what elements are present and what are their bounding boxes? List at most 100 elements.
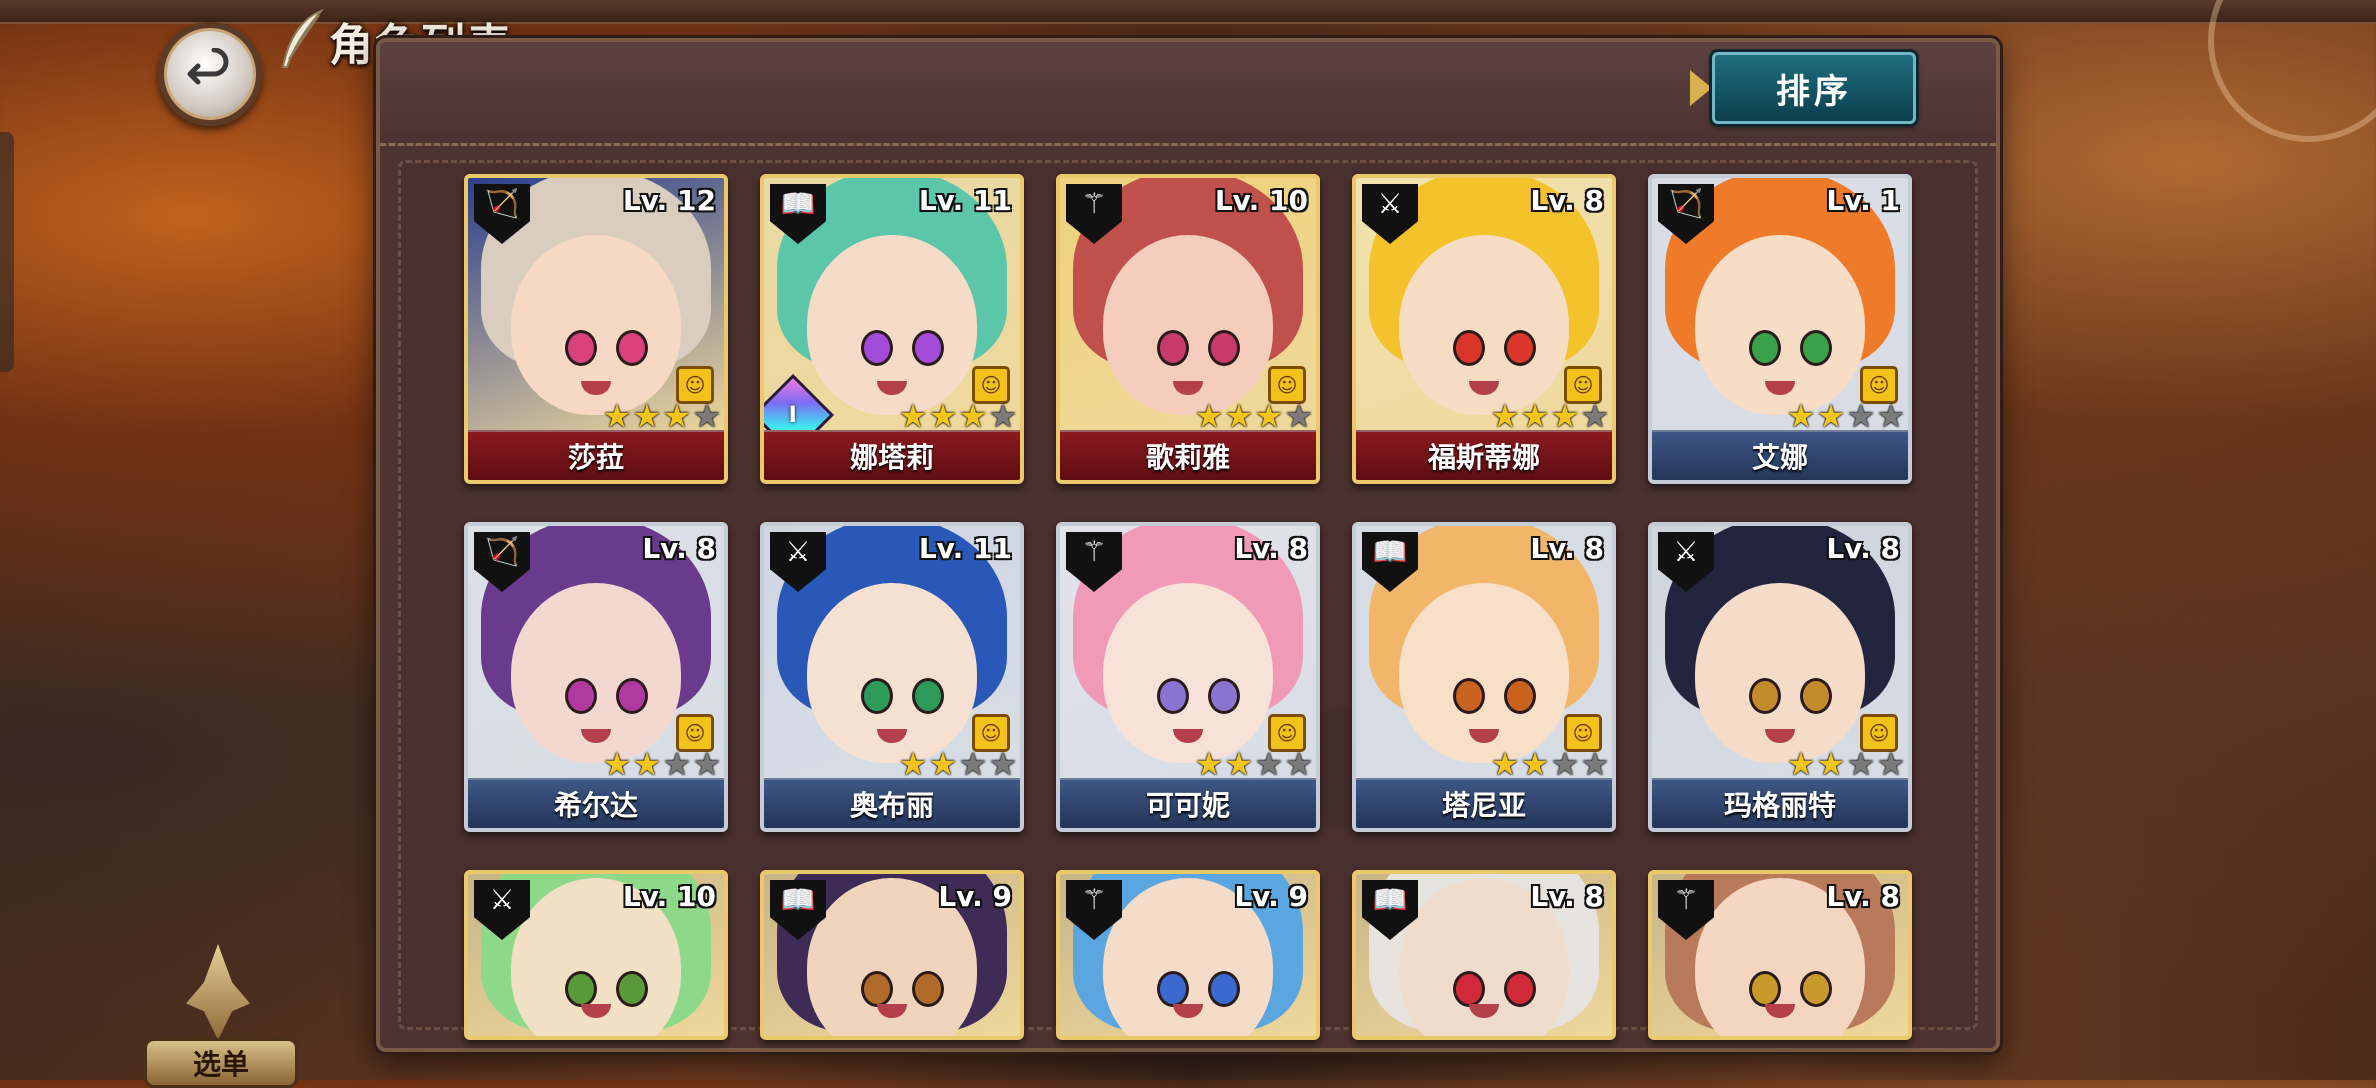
level-label: Lv. 1 (1826, 184, 1900, 217)
sort-pointer-icon (1690, 70, 1712, 106)
star-icon: ★ (1846, 745, 1876, 783)
star-icon: ★ (602, 745, 632, 783)
star-rating: ★ ★ ★ ★ (602, 748, 722, 780)
bonus-crystal-label: I (788, 402, 798, 428)
character-card[interactable]: 📖 Lv. 9 (760, 870, 1024, 1040)
character-card[interactable]: 📖 Lv. 8 (1352, 870, 1616, 1040)
star-rating: ★ ★ ★ ★ (1490, 748, 1610, 780)
character-name: 塔尼亚 (1356, 778, 1612, 828)
star-icon: ★ (1876, 397, 1906, 435)
star-icon: ★ (662, 397, 692, 435)
character-name: 希尔达 (468, 778, 724, 828)
character-card[interactable]: ⚔ Lv. 11 ☺ ★ ★ ★ ★ 奥布丽 (760, 522, 1024, 832)
back-arrow-icon (187, 48, 229, 85)
level-label: Lv. 10 (622, 880, 716, 913)
character-card[interactable]: ⚔ Lv. 8 ☺ ★ ★ ★ ★ 福斯蒂娜 (1352, 174, 1616, 484)
star-icon: ★ (1224, 745, 1254, 783)
menu-spire-icon (186, 944, 250, 1040)
star-icon: ★ (928, 397, 958, 435)
star-icon: ★ (1490, 397, 1520, 435)
level-label: Lv. 8 (1234, 532, 1308, 565)
star-icon: ★ (1816, 397, 1846, 435)
star-rating: ★ ★ ★ ★ (1194, 400, 1314, 432)
decorative-ring (2208, 0, 2376, 142)
star-rating: ★ ★ ★ ★ (602, 400, 722, 432)
star-icon: ★ (1786, 745, 1816, 783)
star-icon: ★ (1786, 397, 1816, 435)
star-icon: ★ (1254, 745, 1284, 783)
level-label: Lv. 8 (1530, 532, 1604, 565)
character-name: 娜塔莉 (764, 430, 1020, 480)
character-card[interactable]: 📖 Lv. 8 ☺ ★ ★ ★ ★ 塔尼亚 (1352, 522, 1616, 832)
star-icon: ★ (1550, 397, 1580, 435)
star-icon: ★ (1580, 745, 1610, 783)
star-rating: ★ ★ ★ ★ (1786, 400, 1906, 432)
star-icon: ★ (1194, 745, 1224, 783)
star-icon: ★ (988, 745, 1018, 783)
level-label: Lv. 9 (1234, 880, 1308, 913)
sort-button[interactable]: 排序 (1712, 52, 1916, 124)
character-card[interactable]: ⚚ Lv. 10 ☺ ★ ★ ★ ★ 歌莉雅 (1056, 174, 1320, 484)
star-rating: ★ ★ ★ ★ (1194, 748, 1314, 780)
star-icon: ★ (958, 397, 988, 435)
character-card[interactable]: ⚚ Lv. 8 (1648, 870, 1912, 1040)
character-card[interactable]: ⚔ Lv. 8 ☺ ★ ★ ★ ★ 玛格丽特 (1648, 522, 1912, 832)
character-card[interactable]: ⚚ Lv. 8 ☺ ★ ★ ★ ★ 可可妮 (1056, 522, 1320, 832)
menu-button[interactable]: 选单 (138, 944, 298, 1088)
star-icon: ★ (1580, 397, 1610, 435)
level-label: Lv. 8 (642, 532, 716, 565)
character-name: 可可妮 (1060, 778, 1316, 828)
star-icon: ★ (898, 745, 928, 783)
star-icon: ★ (1520, 745, 1550, 783)
back-button[interactable] (158, 22, 262, 126)
level-label: Lv. 8 (1530, 880, 1604, 913)
star-icon: ★ (692, 745, 722, 783)
level-label: Lv. 11 (918, 532, 1012, 565)
star-icon: ★ (1224, 397, 1254, 435)
star-icon: ★ (1846, 397, 1876, 435)
character-name: 艾娜 (1652, 430, 1908, 480)
character-card[interactable]: 📖 Lv. 11 ☺ ★ ★ ★ ★ I 娜塔莉 (760, 174, 1024, 484)
side-drawer-tab[interactable] (0, 132, 14, 372)
star-rating: ★ ★ ★ ★ (1786, 748, 1906, 780)
star-rating: ★ ★ ★ ★ (898, 400, 1018, 432)
star-icon: ★ (1284, 745, 1314, 783)
level-label: Lv. 11 (918, 184, 1012, 217)
character-card[interactable]: 🏹 Lv. 12 ☺ ★ ★ ★ ★ 莎菈 (464, 174, 728, 484)
level-label: Lv. 12 (622, 184, 716, 217)
level-label: Lv. 10 (1214, 184, 1308, 217)
star-icon: ★ (1816, 745, 1846, 783)
star-icon: ★ (632, 745, 662, 783)
star-icon: ★ (692, 397, 722, 435)
character-name: 莎菈 (468, 430, 724, 480)
star-icon: ★ (1550, 745, 1580, 783)
star-icon: ★ (988, 397, 1018, 435)
star-icon: ★ (602, 397, 632, 435)
character-card[interactable]: ⚚ Lv. 9 (1056, 870, 1320, 1040)
star-icon: ★ (1284, 397, 1314, 435)
star-rating: ★ ★ ★ ★ (1490, 400, 1610, 432)
level-label: Lv. 8 (1826, 880, 1900, 913)
menu-label: 选单 (144, 1038, 298, 1088)
character-name: 歌莉雅 (1060, 430, 1316, 480)
star-icon: ★ (662, 745, 692, 783)
character-name: 奥布丽 (764, 778, 1020, 828)
quill-icon (281, 9, 324, 68)
character-card[interactable]: 🏹 Lv. 8 ☺ ★ ★ ★ ★ 希尔达 (464, 522, 728, 832)
star-icon: ★ (958, 745, 988, 783)
level-label: Lv. 8 (1530, 184, 1604, 217)
star-icon: ★ (1254, 397, 1284, 435)
character-card[interactable]: 🏹 Lv. 1 ☺ ★ ★ ★ ★ 艾娜 (1648, 174, 1912, 484)
character-card[interactable]: ⚔ Lv. 10 (464, 870, 728, 1040)
star-icon: ★ (928, 745, 958, 783)
star-icon: ★ (1876, 745, 1906, 783)
star-rating: ★ ★ ★ ★ (898, 748, 1018, 780)
character-name: 玛格丽特 (1652, 778, 1908, 828)
level-label: Lv. 8 (1826, 532, 1900, 565)
star-icon: ★ (1520, 397, 1550, 435)
star-icon: ★ (898, 397, 928, 435)
level-label: Lv. 9 (938, 880, 1012, 913)
character-name: 福斯蒂娜 (1356, 430, 1612, 480)
star-icon: ★ (1194, 397, 1224, 435)
star-icon: ★ (1490, 745, 1520, 783)
